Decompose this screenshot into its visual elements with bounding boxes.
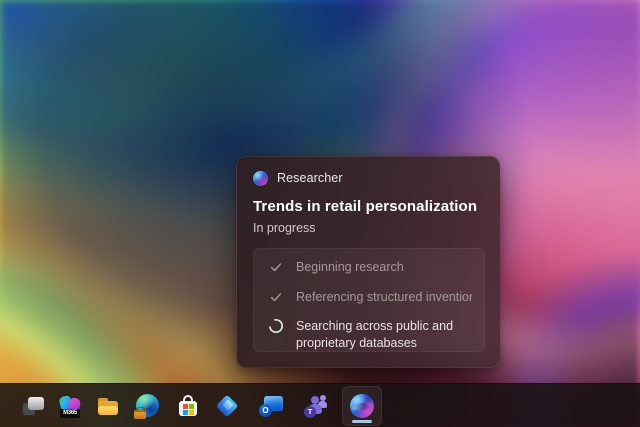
taskbar-item-researcher-active[interactable] [342,386,382,426]
file-explorer-icon [95,393,121,419]
researcher-app-icon [349,393,375,419]
active-app-indicator [352,420,372,423]
card-header: Researcher [253,170,483,186]
taskbar: M365 [0,383,640,427]
research-steps-panel: Beginning research Referencing structure… [253,248,485,352]
taskbar-item-windows-app[interactable] [207,386,247,426]
step-label: Referencing structured invention d... [296,289,472,306]
taskbar-item-microsoft-store[interactable] [168,386,208,426]
edge-work-icon [134,393,160,419]
step-row: Referencing structured invention d... [268,289,472,306]
step-label: Searching across public and proprietary … [296,318,472,351]
outlook-icon: O [259,393,285,419]
step-row: Searching across public and proprietary … [268,318,472,351]
teams-icon: T [304,393,330,419]
card-status: In progress [253,221,483,235]
check-icon [268,289,284,305]
windows-app-icon [214,393,240,419]
card-title: Trends in retail personalization [253,198,483,215]
taskbar-item-outlook[interactable]: O [252,386,292,426]
step-label: Beginning research [296,259,404,276]
microsoft-store-icon [175,393,201,419]
spinner-icon [268,318,284,334]
m365-badge: M365 [60,409,80,418]
taskbar-item-teams[interactable]: T [297,386,337,426]
teams-badge: T [304,406,316,418]
step-row: Beginning research [268,259,472,276]
taskbar-item-file-explorer[interactable] [88,386,128,426]
taskbar-item-task-view[interactable] [13,386,53,426]
desktop-screen: Researcher Trends in retail personalizat… [0,0,640,427]
researcher-icon [253,171,268,186]
taskbar-item-edge[interactable] [127,386,167,426]
card-app-name: Researcher [277,171,343,185]
outlook-badge: O [259,404,272,417]
taskbar-item-m365-copilot[interactable]: M365 [50,386,90,426]
researcher-progress-card[interactable]: Researcher Trends in retail personalizat… [236,156,500,368]
check-icon [268,259,284,275]
task-view-icon [20,393,46,419]
m365-copilot-icon: M365 [57,393,83,419]
